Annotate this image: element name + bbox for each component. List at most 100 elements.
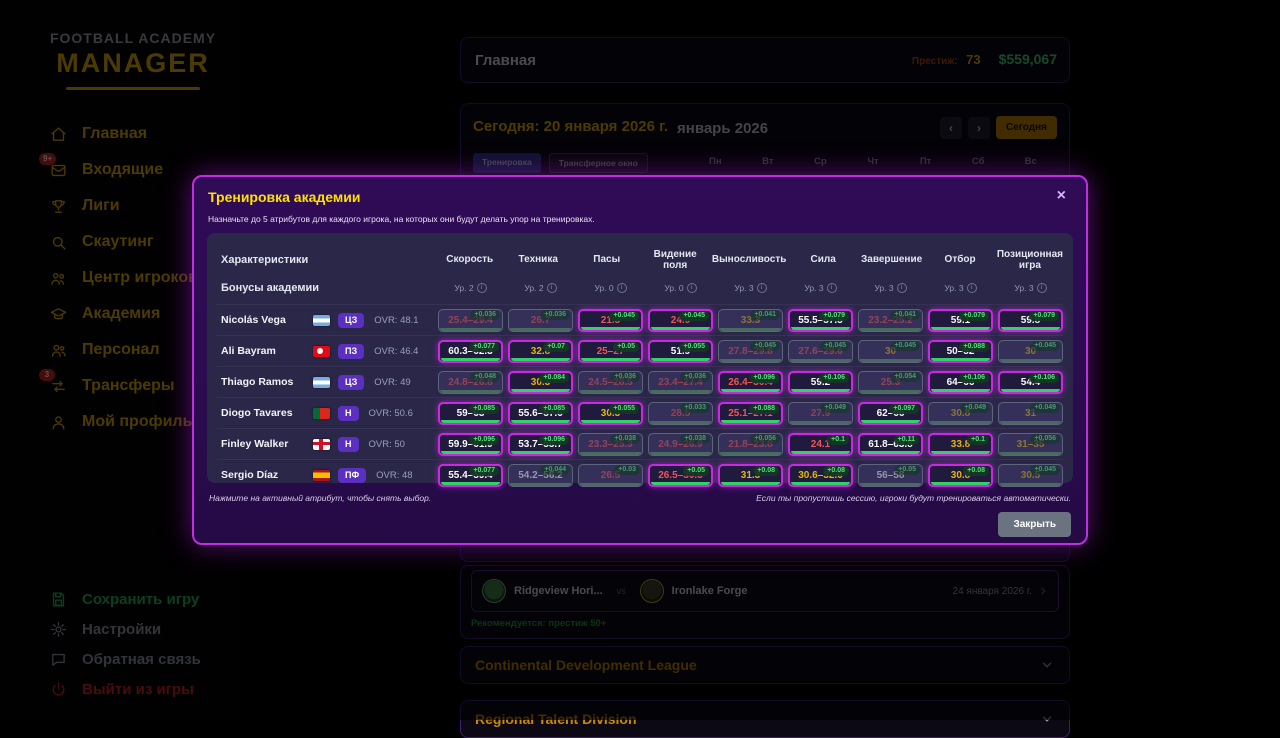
close-icon[interactable]: × xyxy=(1051,187,1072,205)
attribute-cell[interactable]: +0.04527.6–29.6 xyxy=(788,340,853,363)
attribute-cell[interactable]: +0.08825.1–27.1 xyxy=(718,402,783,425)
info-icon[interactable]: i xyxy=(757,283,767,293)
info-icon[interactable]: i xyxy=(687,283,697,293)
progress-bar xyxy=(510,483,571,486)
bonus-badge: +0.08 xyxy=(963,466,989,476)
attribute-cell[interactable]: +0.10659.2 xyxy=(788,371,853,394)
attribute-cell[interactable]: +0.09762–66 xyxy=(858,402,923,425)
attribute-cell[interactable]: +0.03823.3–25.3 xyxy=(578,433,643,456)
attribute-cell[interactable]: +0.0732.8 xyxy=(508,340,573,363)
player-info: Sergio DíazПФOVR: 48 xyxy=(217,468,433,483)
column-level-7: Ур. 3i xyxy=(928,283,993,293)
academy-bonuses-row: Бонусы академии Ур. 2iУр. 2iУр. 0iУр. 0i… xyxy=(217,275,1063,304)
progress-bar xyxy=(721,389,780,392)
bonus-badge: +0.07 xyxy=(543,342,569,352)
column-header-8: Позиционная игра xyxy=(997,249,1063,272)
attribute-cell[interactable]: +0.07959.1 xyxy=(928,309,993,332)
attribute-cell[interactable]: +0.133.8 xyxy=(928,433,993,456)
attribute-cell[interactable]: +0.04133.3 xyxy=(718,309,783,332)
academy-training-modal: Тренировка академии Назначьте до 5 атриб… xyxy=(192,175,1088,545)
attribute-cell[interactable]: +0.0830.8 xyxy=(928,464,993,487)
attribute-cell[interactable]: +0.04524.9 xyxy=(648,309,713,332)
attribute-cell[interactable]: +0.0831.3 xyxy=(718,464,783,487)
progress-bar xyxy=(511,451,570,454)
attribute-cell[interactable]: +0.03625.4–29.4 xyxy=(438,309,503,332)
column-level-4: Ур. 3i xyxy=(718,283,783,293)
info-icon[interactable]: i xyxy=(547,283,557,293)
attribute-cell[interactable]: +0.0525–27 xyxy=(578,340,643,363)
attribute-cell[interactable]: +0.09626.4–30.4 xyxy=(718,371,783,394)
attribute-cell[interactable]: +0.04824.8–26.8 xyxy=(438,371,503,394)
player-name: Diogo Tavares xyxy=(221,407,305,419)
attribute-cell[interactable]: +0.07955.5–57.5 xyxy=(788,309,853,332)
column-header-3: Видение поля xyxy=(643,249,706,272)
bonus-badge: +0.045 xyxy=(1030,465,1060,475)
attribute-cell[interactable]: +0.04530.5 xyxy=(998,464,1063,487)
attribute-cell[interactable]: +0.07959.8 xyxy=(998,309,1063,332)
progress-bar xyxy=(511,358,570,361)
attribute-cell[interactable]: +0.05530.3 xyxy=(578,402,643,425)
attribute-cell[interactable]: +0.1161.8–63.8 xyxy=(858,433,923,456)
attribute-cell[interactable]: +0.08559–63 xyxy=(438,402,503,425)
attribute-cell[interactable]: +0.04454.2–56.2 xyxy=(508,464,573,487)
attribute-cell[interactable]: +0.08555.6–57.6 xyxy=(508,402,573,425)
attribute-cell[interactable]: +0.04527.8–29.8 xyxy=(718,340,783,363)
bonus-badge: +0.096 xyxy=(539,435,569,445)
player-name: Nicolás Vega xyxy=(221,314,305,326)
attribute-cell[interactable]: +0.04931 xyxy=(998,402,1063,425)
info-icon[interactable]: i xyxy=(477,283,487,293)
attribute-cell[interactable]: +0.04530 xyxy=(998,340,1063,363)
attribute-cell[interactable]: +0.0556–58 xyxy=(858,464,923,487)
attribute-cell[interactable]: +0.08430.3 xyxy=(508,371,573,394)
attribute-cell[interactable]: +0.05621.8–23.8 xyxy=(718,433,783,456)
close-button[interactable]: Закрыть xyxy=(998,512,1071,537)
bonus-badge: +0.056 xyxy=(1030,434,1060,444)
attribute-cell[interactable]: +0.10654.4 xyxy=(998,371,1063,394)
info-icon[interactable]: i xyxy=(967,283,977,293)
info-icon[interactable]: i xyxy=(1037,283,1047,293)
progress-bar xyxy=(860,390,921,393)
attribute-cell[interactable]: +0.0326.5 xyxy=(578,464,643,487)
attribute-cell[interactable]: +0.05631–35 xyxy=(998,433,1063,456)
info-icon[interactable]: i xyxy=(617,283,627,293)
attribute-cell[interactable]: +0.05551.9 xyxy=(648,340,713,363)
attribute-cell[interactable]: +0.124.1 xyxy=(788,433,853,456)
attribute-cell[interactable]: +0.04123.2–25.2 xyxy=(858,309,923,332)
attribute-cell[interactable]: +0.03328.5 xyxy=(648,402,713,425)
bonus-badge: +0.045 xyxy=(890,341,920,351)
attribute-cell[interactable]: +0.09653.7–55.7 xyxy=(508,433,573,456)
attribute-cell[interactable]: +0.07760.3–62.3 xyxy=(438,340,503,363)
attribute-cell[interactable]: +0.03824.9–26.9 xyxy=(648,433,713,456)
progress-bar xyxy=(441,482,500,485)
attribute-cell[interactable]: +0.04530 xyxy=(858,340,923,363)
progress-bar xyxy=(791,482,850,485)
attribute-cell[interactable]: +0.0830.6–32.6 xyxy=(788,464,853,487)
attribute-cell[interactable]: +0.04521.5 xyxy=(578,309,643,332)
attribute-cell[interactable]: +0.0526.5–30.5 xyxy=(648,464,713,487)
level-label: Ур. 2 xyxy=(454,283,473,293)
attribute-cell[interactable]: +0.03624.5–28.5 xyxy=(578,371,643,394)
bonus-badge: +0.033 xyxy=(680,403,710,413)
attribute-cell[interactable]: +0.08850–52 xyxy=(928,340,993,363)
attribute-cell[interactable]: +0.09659.9–61.9 xyxy=(438,433,503,456)
attribute-cell[interactable]: +0.10664–66 xyxy=(928,371,993,394)
progress-bar xyxy=(440,390,501,393)
column-header-2: Пасы xyxy=(575,254,638,266)
modal-title: Тренировка академии xyxy=(208,189,360,205)
attribute-cell[interactable]: +0.07755.4–59.4 xyxy=(438,464,503,487)
turkey-flag-icon xyxy=(313,346,330,357)
info-icon[interactable]: i xyxy=(897,283,907,293)
attribute-cell[interactable]: +0.04930.8 xyxy=(928,402,993,425)
progress-bar xyxy=(931,389,990,392)
info-icon[interactable]: i xyxy=(827,283,837,293)
player-info: Diogo TavaresНOVR: 50.6 xyxy=(217,406,433,421)
attribute-cell[interactable]: +0.03623.4–27.4 xyxy=(648,371,713,394)
player-name: Sergio Díaz xyxy=(221,469,305,481)
attribute-cell[interactable]: +0.03626.7 xyxy=(508,309,573,332)
player-row-1: Ali BayramПЗOVR: 46.4+0.07760.3–62.3+0.0… xyxy=(217,335,1063,366)
attribute-cell[interactable]: +0.04927.9 xyxy=(788,402,853,425)
bonus-badge: +0.038 xyxy=(610,434,640,444)
position-badge: Н xyxy=(338,406,359,421)
attribute-cell[interactable]: +0.05425.3 xyxy=(858,371,923,394)
bonus-badge: +0.08 xyxy=(753,466,779,476)
